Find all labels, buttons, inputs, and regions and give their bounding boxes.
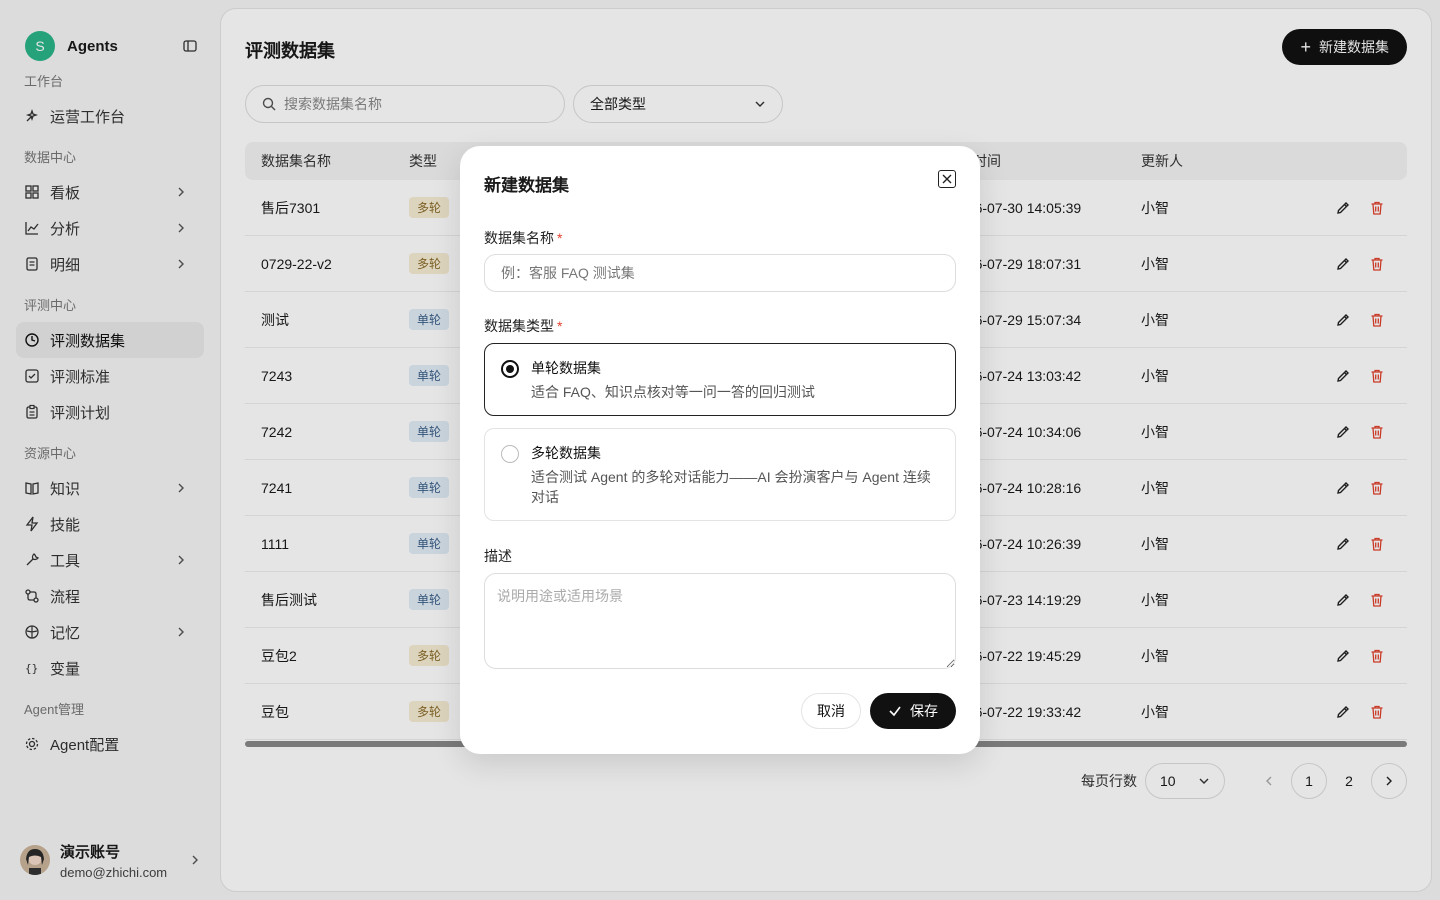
save-label: 保存 [910,703,938,719]
close-icon[interactable] [938,170,956,188]
cancel-button[interactable]: 取消 [801,693,861,729]
option-title: 单轮数据集 [531,360,601,376]
check-icon [889,706,901,717]
save-button[interactable]: 保存 [870,693,956,729]
type-field-label: 数据集类型 * [484,318,563,334]
option-description: 适合 FAQ、知识点核对等一问一答的回归测试 [531,384,815,400]
single-turn-option[interactable]: 单轮数据集 适合 FAQ、知识点核对等一问一答的回归测试 [484,343,956,416]
option-title: 多轮数据集 [531,445,601,461]
dialog-title: 新建数据集 [484,176,569,195]
dataset-name-input[interactable] [484,254,956,292]
multi-turn-option[interactable]: 多轮数据集 适合测试 Agent 的多轮对话能力——AI 会扮演客户与 Agen… [484,428,956,521]
desc-field-label: 描述 [484,548,512,564]
radio-selected[interactable] [501,360,519,378]
radio-unselected[interactable] [501,445,519,463]
option-description: 适合测试 Agent 的多轮对话能力——AI 会扮演客户与 Agent 连续对话 [531,469,931,505]
description-textarea[interactable] [484,573,956,669]
name-field-label: 数据集名称 * [484,230,563,246]
new-dataset-dialog: 新建数据集 数据集名称* 数据集类型* 单轮数据集 适合 FAQ、知识点核对等一… [460,146,980,754]
